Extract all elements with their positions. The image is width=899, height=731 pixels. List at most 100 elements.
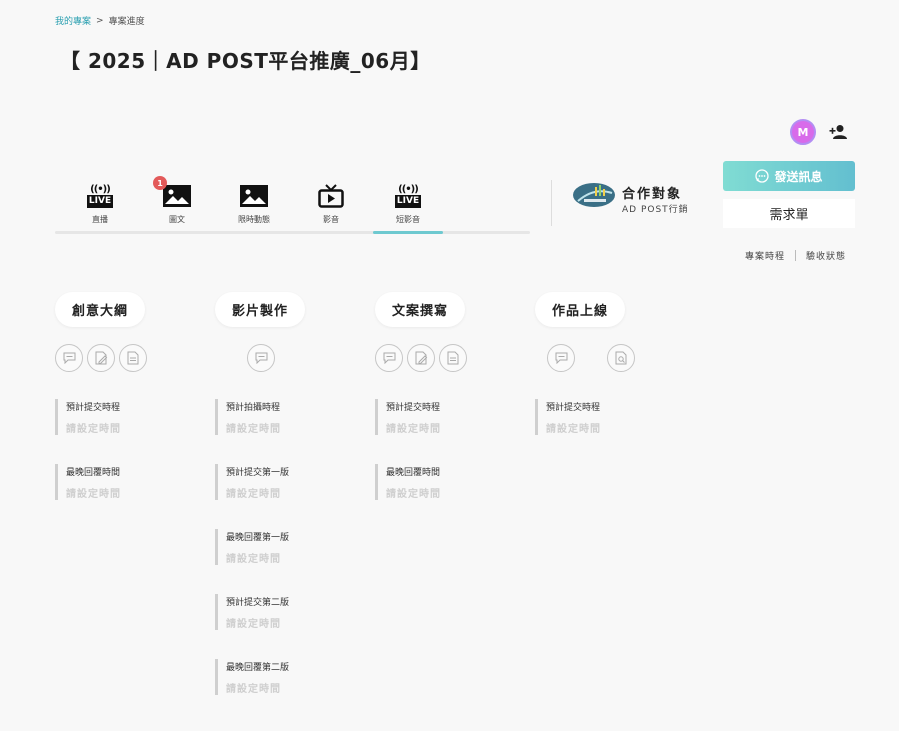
breadcrumb-current: 專案進度 [108, 17, 145, 27]
milestone-label: 最晚回覆時間 [386, 468, 441, 478]
stage-actions [55, 344, 147, 372]
stage-title: 作品上線 [535, 292, 626, 327]
project-links: 專案時程 驗收狀態 [745, 249, 846, 262]
stage-actions [247, 344, 275, 372]
milestone-item[interactable]: 最晚回覆第二版 請設定時間 [215, 659, 355, 695]
document-button[interactable] [119, 344, 147, 372]
milestone-label: 最晚回覆第二版 [226, 663, 290, 673]
page-title: 【 2025｜AD POST平台推廣_06月】 [60, 49, 431, 73]
milestone-date[interactable]: 請設定時間 [66, 485, 121, 500]
tv-icon [318, 184, 344, 208]
tab-image-post[interactable]: 1 圖文 [137, 176, 217, 230]
milestone-item[interactable]: 最晚回覆時間 請設定時間 [55, 464, 195, 500]
link-separator [795, 250, 797, 261]
milestone-date[interactable]: 請設定時間 [386, 485, 441, 500]
live-icon: ((•)) LIVE [86, 183, 114, 208]
milestone-date[interactable]: 請設定時間 [226, 485, 281, 500]
milestone-label: 預計提交時程 [66, 403, 121, 413]
avatar[interactable]: M [790, 119, 816, 145]
milestone-date[interactable]: 請設定時間 [66, 420, 121, 435]
milestone-label: 預計提交時程 [546, 403, 601, 413]
stage-creative-outline: 創意大綱 預計提交時程 請設定時間 最晚回覆時間 請設定時間 [55, 292, 205, 500]
milestone-date[interactable]: 請設定時間 [226, 550, 281, 565]
edit-document-button[interactable] [407, 344, 435, 372]
tab-stories[interactable]: 限時動態 [214, 180, 294, 230]
send-message-button[interactable]: 發送訊息 [723, 161, 855, 191]
breadcrumb-separator: > [96, 15, 104, 26]
tab-label: 限時動態 [238, 215, 270, 224]
content-type-tabs: ((•)) LIVE 直播 1 圖文 限時動態 影音 ((•)) LIVE 短影… [55, 176, 530, 236]
milestone-item[interactable]: 最晚回覆第一版 請設定時間 [215, 529, 355, 565]
doc-icon [127, 351, 138, 365]
milestone-label: 預計提交第一版 [226, 468, 290, 478]
search-doc-icon [615, 351, 626, 365]
tab-label: 圖文 [169, 215, 185, 224]
edit-document-button[interactable] [87, 344, 115, 372]
milestone-date[interactable]: 請設定時間 [386, 420, 441, 435]
tab-video[interactable]: 影音 [291, 180, 371, 230]
chat-bubble-icon [755, 169, 770, 183]
breadcrumb-root-link[interactable]: 我的專案 [55, 14, 91, 27]
milestone-item[interactable]: 預計提交時程 請設定時間 [375, 399, 515, 435]
comment-button[interactable] [547, 344, 575, 372]
edit-doc-icon [95, 351, 107, 365]
active-tab-indicator [373, 231, 443, 234]
milestone-label: 預計拍攝時程 [226, 403, 281, 413]
milestone-date[interactable]: 請設定時間 [226, 420, 281, 435]
comment-icon [383, 352, 395, 364]
comment-button[interactable] [247, 344, 275, 372]
partner-logo [573, 183, 615, 207]
doc-icon [447, 351, 458, 365]
add-user-icon [829, 125, 847, 139]
document-button[interactable] [439, 344, 467, 372]
tab-live[interactable]: ((•)) LIVE 直播 [60, 180, 140, 230]
tab-track [55, 231, 530, 234]
milestone-label: 最晚回覆時間 [66, 468, 121, 478]
requirements-button[interactable]: 需求單 [723, 199, 855, 228]
image-icon [163, 185, 191, 207]
milestone-item[interactable]: 預計提交第二版 請設定時間 [215, 594, 355, 630]
partner-heading: 合作對象 [622, 187, 683, 202]
milestone-list: 預計拍攝時程 請設定時間 預計提交第一版 請設定時間 最晚回覆第一版 請設定時間… [215, 399, 355, 724]
milestone-item[interactable]: 預計提交時程 請設定時間 [535, 399, 675, 435]
stage-publish: 作品上線 預計提交時程 請設定時間 [535, 292, 685, 435]
milestone-date[interactable]: 請設定時間 [546, 420, 601, 435]
comment-button[interactable] [375, 344, 403, 372]
schedule-link[interactable]: 專案時程 [745, 249, 785, 262]
send-message-label: 發送訊息 [774, 169, 823, 184]
acceptance-link[interactable]: 驗收狀態 [806, 249, 846, 262]
milestone-date[interactable]: 請設定時間 [226, 680, 281, 695]
stage-video-production: 影片製作 預計拍攝時程 請設定時間 預計提交第一版 請設定時間 最晚回覆第一版 … [215, 292, 365, 695]
milestone-list: 預計提交時程 請設定時間 最晚回覆時間 請設定時間 [375, 399, 515, 529]
review-document-button[interactable] [607, 344, 635, 372]
tab-label: 直播 [92, 215, 108, 224]
milestone-item[interactable]: 預計拍攝時程 請設定時間 [215, 399, 355, 435]
partner-name: AD POST行銷 [622, 205, 689, 215]
stage-title: 創意大綱 [55, 292, 146, 327]
add-user-button[interactable] [829, 124, 849, 140]
milestone-label: 最晚回覆第一版 [226, 533, 290, 543]
comment-icon [255, 352, 267, 364]
milestone-item[interactable]: 最晚回覆時間 請設定時間 [375, 464, 515, 500]
milestone-list: 預計提交時程 請設定時間 最晚回覆時間 請設定時間 [55, 399, 195, 529]
stage-actions [547, 344, 635, 372]
milestone-item[interactable]: 預計提交時程 請設定時間 [55, 399, 195, 435]
stage-title: 影片製作 [215, 292, 306, 327]
comment-icon [63, 352, 75, 364]
stage-title: 文案撰寫 [375, 292, 466, 327]
milestone-list: 預計提交時程 請設定時間 [535, 399, 675, 464]
comment-button[interactable] [55, 344, 83, 372]
breadcrumb: 我的專案 > 專案進度 [55, 14, 145, 28]
milestone-label: 預計提交時程 [386, 403, 441, 413]
tab-label: 短影音 [396, 215, 420, 224]
comment-icon [555, 352, 567, 364]
stage-copywriting: 文案撰寫 預計提交時程 請設定時間 最晚回覆時間 請設定時間 [375, 292, 525, 500]
divider [551, 180, 552, 226]
tab-short-video[interactable]: ((•)) LIVE 短影音 [368, 180, 448, 230]
tab-label: 影音 [323, 215, 339, 224]
milestone-item[interactable]: 預計提交第一版 請設定時間 [215, 464, 355, 500]
edit-doc-icon [415, 351, 427, 365]
milestone-label: 預計提交第二版 [226, 598, 290, 608]
milestone-date[interactable]: 請設定時間 [226, 615, 281, 630]
notification-badge: 1 [153, 176, 167, 190]
